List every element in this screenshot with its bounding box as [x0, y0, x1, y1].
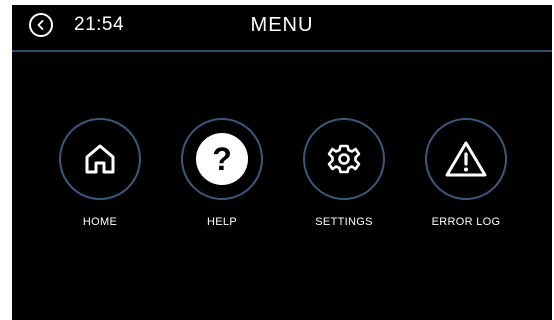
menu-item-label: SETTINGS	[315, 216, 373, 228]
menu-item-ring	[303, 118, 385, 200]
menu-item-ring	[425, 118, 507, 200]
menu-item-help[interactable]: ? HELP	[172, 118, 272, 228]
menu-item-label: HOME	[82, 216, 118, 228]
menu-item-ring	[59, 118, 141, 200]
menu-screen: 21:54 MENU HOME ? HELP SETTINGS ERROR LO…	[12, 5, 552, 320]
menu-item-label: HELP	[207, 216, 237, 228]
menu-item-error-log[interactable]: ERROR LOG	[416, 118, 516, 228]
menu-item-settings[interactable]: SETTINGS	[294, 118, 394, 228]
gear-icon	[327, 144, 361, 174]
menu-item-label: ERROR LOG	[431, 216, 501, 228]
clock-time: 21:54	[74, 14, 125, 35]
menu-item-home[interactable]: HOME	[50, 118, 150, 228]
help-icon: ?	[196, 133, 248, 185]
header-divider	[12, 50, 552, 52]
back-button[interactable]	[29, 13, 53, 37]
svg-text:?: ?	[212, 141, 232, 177]
warning-icon	[445, 141, 487, 177]
home-icon	[85, 144, 115, 174]
menu-item-ring: ?	[181, 118, 263, 200]
chevron-left-icon	[37, 20, 44, 30]
header-bar: 21:54 MENU	[12, 5, 552, 49]
